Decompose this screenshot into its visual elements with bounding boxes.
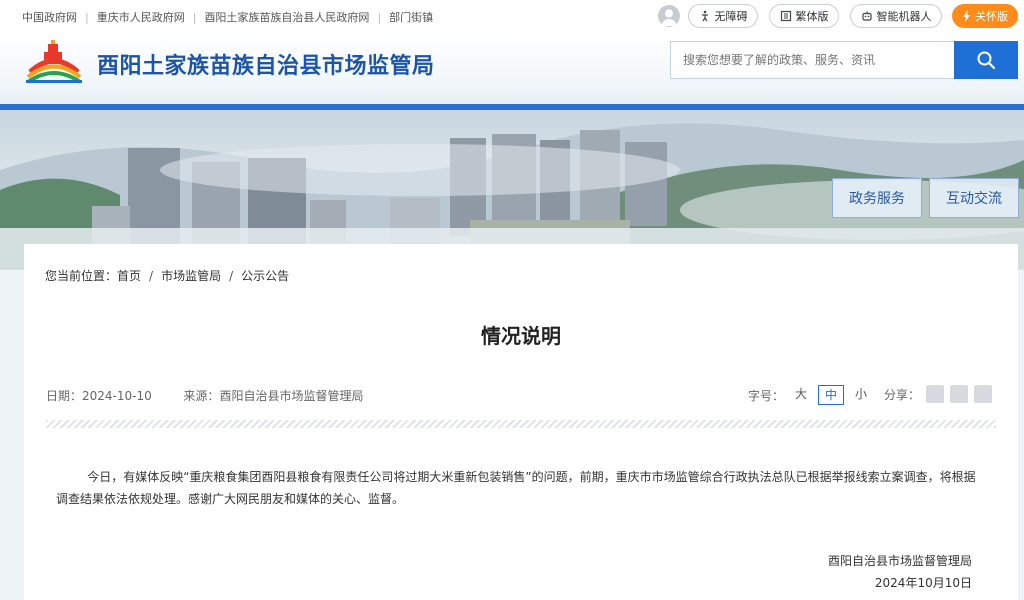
breadcrumb-bureau[interactable]: 市场监管局 (161, 267, 221, 284)
font-size-large[interactable]: 大 (788, 385, 814, 405)
font-size-small[interactable]: 小 (848, 385, 874, 405)
breadcrumb-notices[interactable]: 公示公告 (241, 267, 289, 284)
care-label: 关怀版 (975, 10, 1008, 23)
care-icon (963, 10, 970, 22)
breadcrumb: 您当前位置： 首页 / 市场监管局 / 公示公告 (45, 267, 289, 284)
accessibility-label: 无障碍 (714, 10, 748, 23)
traditional-label: 繁体版 (795, 10, 829, 23)
share-image-icon[interactable] (926, 385, 945, 403)
article-meta: 日期：2024-10-10 来源：酉阳自治县市场监督管理局 (46, 387, 363, 404)
article-title: 情况说明 (481, 324, 561, 348)
robot-button[interactable]: 智能机器人 (850, 4, 942, 28)
article-signature: 酉阳自治县市场监督管理局 2024年10月10日 (828, 550, 972, 594)
search-button[interactable] (954, 41, 1018, 79)
link-gov-cn[interactable]: 中国政府网 (22, 9, 77, 25)
breadcrumb-home[interactable]: 首页 (117, 267, 141, 284)
breadcrumb-prefix: 您当前位置： (45, 269, 118, 283)
top-utility-bar: 中国政府网 | 重庆市人民政府网 | 酉阳土家族苗族自治县人民政府网 | 部门街… (0, 0, 1024, 32)
breadcrumb-separator: / (149, 268, 154, 283)
traditional-icon (780, 10, 791, 22)
traditional-chinese-button[interactable]: 繁体版 (769, 4, 839, 28)
date-label: 日期： (46, 389, 83, 403)
accessibility-button[interactable]: 无障碍 (688, 4, 758, 28)
breadcrumb-separator: / (229, 268, 234, 283)
divider: | (377, 10, 382, 24)
hatched-divider (46, 420, 996, 428)
font-size-controls: 字号： 大 中 小 (748, 385, 874, 405)
search-input[interactable] (670, 41, 954, 79)
robot-icon (861, 11, 872, 21)
print-icon[interactable] (950, 385, 969, 403)
care-mode-button[interactable]: 关怀版 (952, 4, 1018, 28)
article-body: 今日，有媒体反映“重庆粮食集团酉阳县粮食有限责任公司将过期大米重新包装销售”的问… (56, 470, 976, 506)
font-size-medium[interactable]: 中 (818, 385, 845, 405)
share-label: 分享： (884, 387, 921, 402)
emblem-logo-icon (26, 40, 82, 84)
link-chongqing-gov[interactable]: 重庆市人民政府网 (97, 9, 185, 25)
font-size-label: 字号： (748, 388, 785, 403)
nav-interaction[interactable]: 互动交流 (929, 178, 1019, 218)
site-title: 酉阳土家族苗族自治县市场监管局 (97, 54, 435, 79)
top-links: 中国政府网 | 重庆市人民政府网 | 酉阳土家族苗族自治县人民政府网 | 部门街… (22, 9, 433, 25)
accessibility-icon (701, 10, 708, 22)
user-avatar-icon[interactable] (658, 5, 680, 27)
divider: | (192, 10, 197, 24)
site-header: 酉阳土家族苗族自治县市场监管局 (0, 32, 1024, 104)
article-date: 2024-10-10 (82, 389, 152, 403)
share-controls: 分享： (884, 385, 993, 403)
nav-gov-services[interactable]: 政务服务 (832, 178, 922, 218)
robot-label: 智能机器人 (876, 10, 932, 23)
source-label: 来源： (183, 389, 220, 403)
article-card: 您当前位置： 首页 / 市场监管局 / 公示公告 情况说明 日期：2024-10… (24, 244, 1018, 600)
signature-org: 酉阳自治县市场监督管理局 (827, 554, 972, 568)
link-departments[interactable]: 部门街镇 (389, 9, 433, 25)
document-icon[interactable] (974, 385, 993, 403)
link-youyang-gov[interactable]: 酉阳土家族苗族自治县人民政府网 (204, 9, 369, 25)
signature-date: 2024年10月10日 (874, 576, 972, 590)
divider: | (85, 10, 89, 24)
search-icon (977, 51, 996, 70)
article-source: 酉阳自治县市场监督管理局 (219, 389, 364, 403)
